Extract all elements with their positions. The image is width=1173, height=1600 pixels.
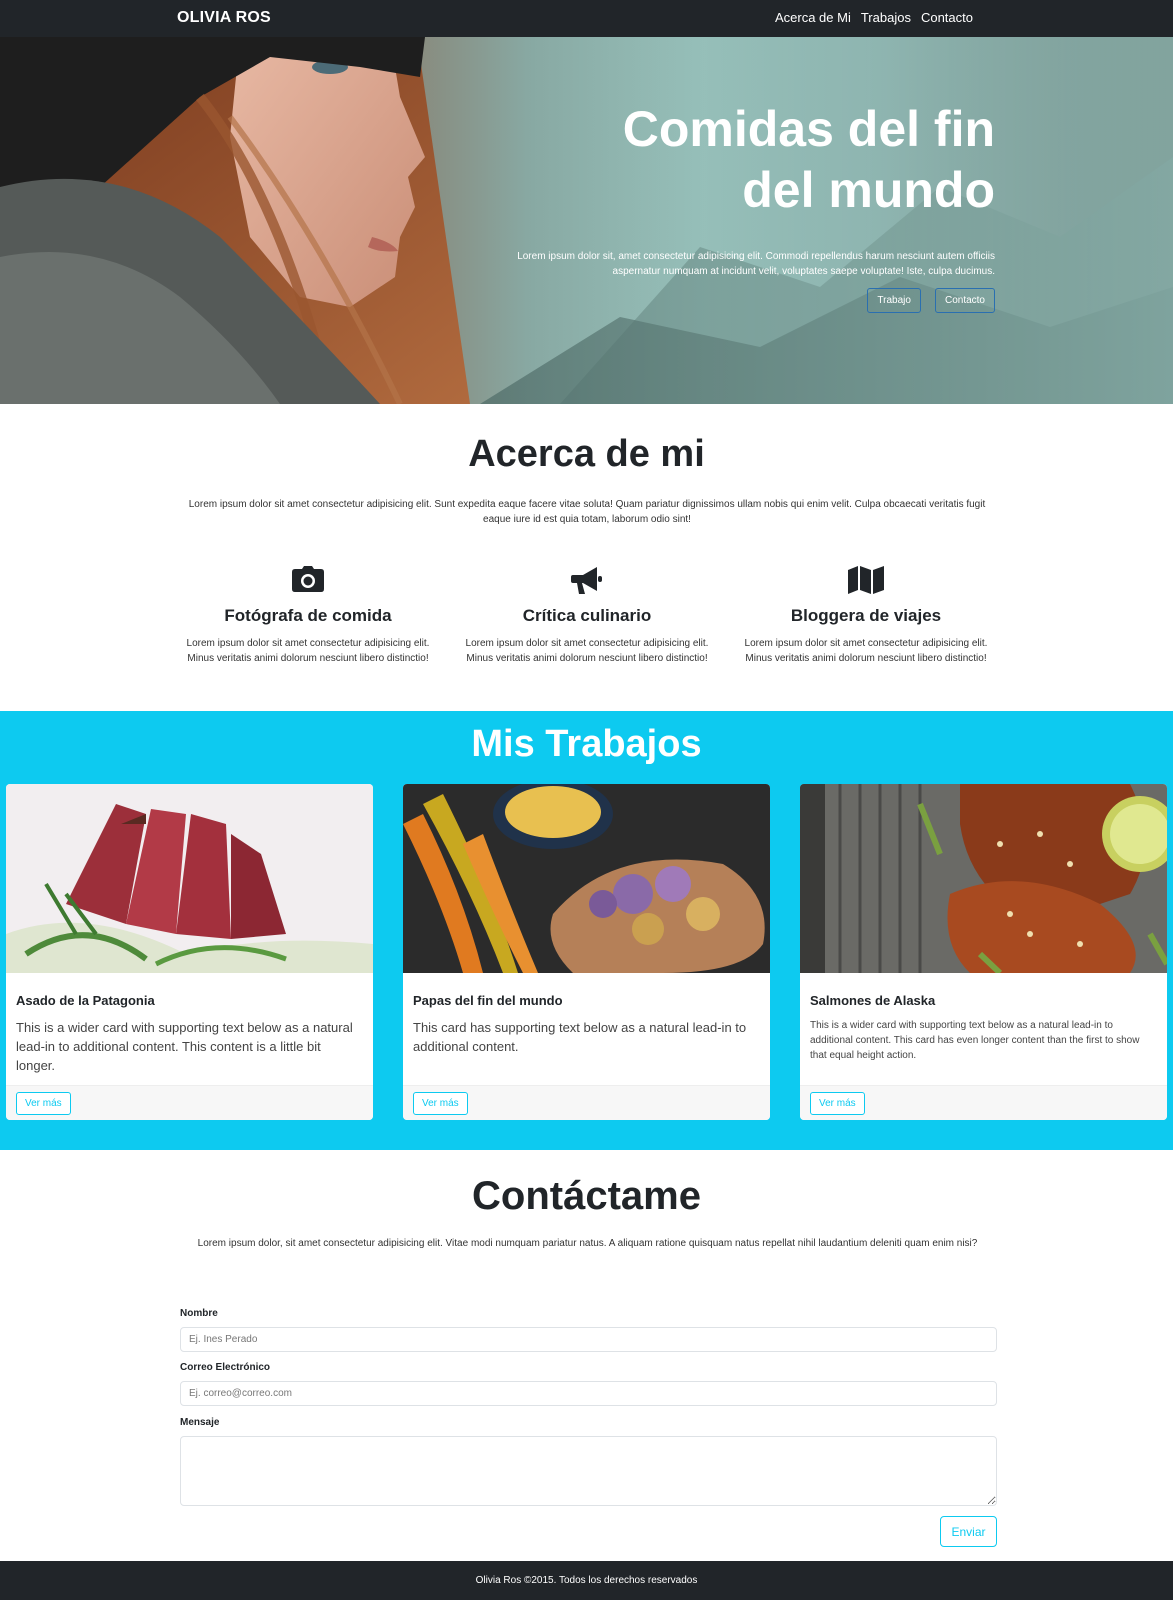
roasted-vegetables-photo [403,784,770,973]
footer: Olivia Ros ©2015. Todos los derechos res… [0,1561,1173,1600]
camera-icon [292,566,324,592]
nav-link-acerca[interactable]: Acerca de Mi [775,10,851,25]
feature-title: Crítica culinario [522,606,652,625]
hero-contacto-button[interactable]: Contacto [934,288,995,313]
card-title: Salmones de Alaska [810,993,936,1008]
card-footer: Ver más [800,1085,1167,1120]
hero-buttons: Trabajo Contacto [867,288,995,313]
footer-copyright: Olivia Ros ©2015. Todos los derechos res… [475,1575,698,1586]
about-description: Lorem ipsum dolor sit amet consectetur a… [188,499,986,525]
card-text: This is a wider card with supporting tex… [810,1020,1140,1061]
navbar: OLIVIA ROS Acerca de Mi Trabajos Contact… [0,0,1173,37]
hero-description: Lorem ipsum dolor sit, amet consectetur … [517,251,995,277]
contact-title: Contáctame [472,1174,701,1218]
work-card: Salmones de Alaska This is a wider card … [800,784,1167,1120]
map-icon [848,566,884,594]
seared-tuna-photo [6,784,373,973]
email-label: Correo Electrónico [180,1362,271,1373]
card-text: This is a wider card with supporting tex… [16,1020,353,1073]
name-label: Nombre [180,1308,218,1319]
works-section: Mis Trabajos Asado de la Patagonia This … [0,711,1173,1150]
feature-text: Lorem ipsum dolor sit amet consectetur a… [186,638,430,664]
work-card: Papas del fin del mundo This card has su… [403,784,770,1120]
feature-title: Fotógrafa de comida [224,606,392,625]
feature-blogger: Bloggera de viajes Lorem ipsum dolor sit… [735,566,997,666]
brand-logo[interactable]: OLIVIA ROS [177,9,271,27]
enviar-button[interactable]: Enviar [940,1516,997,1547]
card-footer: Ver más [6,1085,373,1120]
contact-description: Lorem ipsum dolor, sit amet consectetur … [197,1238,978,1249]
hero-section: Comidas del fin del mundo Lorem ipsum do… [0,37,1173,404]
feature-text: Lorem ipsum dolor sit amet consectetur a… [744,638,988,664]
works-title: Mis Trabajos [471,723,702,765]
features-row: Fotógrafa de comida Lorem ipsum dolor si… [177,566,997,666]
message-label: Mensaje [180,1417,220,1428]
about-title: Acerca de mi [468,433,705,475]
hero-trabajo-button[interactable]: Trabajo [867,288,921,313]
card-title: Papas del fin del mundo [413,993,563,1008]
name-input[interactable] [180,1327,997,1352]
hero-title: Comidas del fin del mundo [622,101,995,218]
nav-link-contacto[interactable]: Contacto [921,10,973,25]
ver-mas-button[interactable]: Ver más [810,1092,865,1115]
message-textarea[interactable] [180,1436,997,1506]
card-title: Asado de la Patagonia [16,993,155,1008]
feature-critic: Crítica culinario Lorem ipsum dolor sit … [456,566,718,666]
card-text: This card has supporting text below as a… [413,1020,747,1054]
megaphone-icon [571,567,602,594]
feature-title: Bloggera de viajes [790,606,942,625]
email-input[interactable] [180,1381,997,1406]
feature-text: Lorem ipsum dolor sit amet consectetur a… [465,638,709,664]
nav-link-trabajos[interactable]: Trabajos [861,10,911,25]
feature-photographer: Fotógrafa de comida Lorem ipsum dolor si… [177,566,439,666]
glazed-salmon-photo [800,784,1167,973]
card-footer: Ver más [403,1085,770,1120]
work-card: Asado de la Patagonia This is a wider ca… [6,784,373,1120]
nav-links: Acerca de Mi Trabajos Contacto [775,10,973,25]
ver-mas-button[interactable]: Ver más [16,1092,71,1115]
ver-mas-button[interactable]: Ver más [413,1092,468,1115]
